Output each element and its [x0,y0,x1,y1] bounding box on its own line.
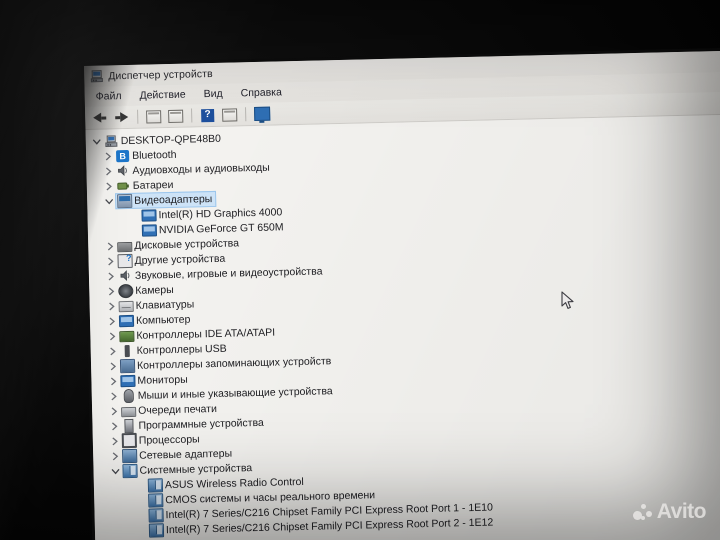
tree-item-label: Мониторы [137,373,188,387]
chevron-right-icon[interactable] [108,451,122,460]
show-hidden-icon [222,107,238,122]
menu-file[interactable]: Файл [94,89,124,104]
scan-hardware-button[interactable] [252,105,271,123]
system-device-icon [148,492,164,508]
toolbar-separator [191,108,193,123]
tree-item-label: Bluetooth [131,148,177,162]
properties-icon [146,109,162,124]
chevron-right-icon[interactable] [105,301,119,310]
usb-icon [120,344,135,357]
device-manager-window: Диспетчер устройств Файл Действие Вид Сп… [84,48,720,540]
menu-view[interactable]: Вид [202,87,225,102]
arrow-left-icon [93,112,102,123]
monitor-icon [141,208,157,222]
tree-item-label: Другие устройства [134,252,226,267]
chevron-right-icon[interactable] [107,421,121,430]
network-adapter-icon [122,448,138,463]
tree-item-label: Аудиовходы и аудиовыходы [132,161,270,177]
mouse-icon [121,388,136,403]
scan-monitor-icon [253,106,270,122]
computer-icon [118,314,135,327]
chevron-right-icon[interactable] [104,256,118,265]
chevron-right-icon[interactable] [103,241,117,250]
tree-item-label: Батареи [132,178,174,192]
chevron-right-icon[interactable] [106,376,120,385]
processor-icon [121,432,138,449]
printer-icon [121,404,137,417]
keyboard-icon [118,299,134,313]
bluetooth-icon: B [115,149,130,162]
chevron-right-icon[interactable] [108,436,122,445]
tree-item-label: Дисковые устройства [134,236,240,252]
camera-icon [118,283,134,298]
toolbar-separator [245,107,247,122]
tree-item-label: Очереди печати [137,402,218,417]
chevron-right-icon[interactable] [101,152,115,160]
show-hidden-button[interactable] [220,105,239,123]
chevron-down-icon[interactable] [90,137,104,145]
chevron-right-icon[interactable] [105,331,119,340]
chevron-right-icon[interactable] [101,167,115,175]
update-driver-icon [168,109,184,123]
tree-item-label: Intel(R) HD Graphics 4000 [158,205,283,221]
tree-item-label: Сетевые адаптеры [139,447,233,462]
device-manager-icon [90,70,103,83]
chevron-right-icon[interactable] [104,286,118,295]
tree-item-label: Процессоры [138,432,200,447]
monitor-icon [120,374,136,387]
software-device-icon [121,418,136,433]
arrow-right-icon [120,111,129,123]
tree-item-label: Клавиатуры [135,297,195,312]
unknown-device-icon [117,253,133,268]
tree-item-label: Контроллеры USB [136,342,227,357]
speaker-icon [115,165,130,177]
help-icon: ? [201,108,215,122]
system-device-icon [148,507,164,523]
tree-item-label: ASUS Wireless Radio Control [164,475,304,491]
window-title: Диспетчер устройств [108,67,213,82]
chevron-right-icon[interactable] [107,391,121,400]
chevron-right-icon[interactable] [106,361,120,370]
chevron-right-icon[interactable] [105,316,119,325]
computer-icon [104,134,119,147]
tree-item-label: Камеры [135,283,174,297]
speaker-icon [118,270,133,282]
chevron-right-icon[interactable] [102,181,116,190]
system-device-icon [122,463,138,478]
photo-scene: Диспетчер устройств Файл Действие Вид Сп… [0,0,720,540]
system-device-icon [147,477,164,493]
properties-button[interactable] [144,107,163,125]
storage-controller-icon [119,358,136,373]
tree-item-label: NVIDIA GeForce GT 650M [158,220,284,236]
ide-controller-icon [119,329,135,343]
help-button[interactable]: ? [198,106,217,124]
back-button[interactable] [90,108,109,126]
tree-item-label: Системные устройства [139,461,253,477]
menu-help[interactable]: Справка [239,85,285,100]
disk-drive-icon [117,239,133,252]
system-device-icon [148,522,165,538]
toolbar-separator [137,109,139,124]
menu-action[interactable]: Действие [137,88,187,103]
tree-item-label: Контроллеры IDE ATA/ATAPI [136,326,276,342]
chevron-down-icon[interactable] [108,467,122,475]
monitor-icon [141,223,158,237]
tree-root-label: DESKTOP-QPE48B0 [120,132,222,147]
display-adapter-icon [117,193,133,208]
device-tree[interactable]: DESKTOP-QPE48B0 B Bluetooth Аудиовходы и а… [85,112,720,540]
tree-item-label: Видеоадаптеры [134,192,213,207]
chevron-right-icon[interactable] [107,406,121,415]
tree-item-label: Компьютер [135,313,191,327]
forward-button[interactable] [112,108,131,126]
chevron-right-icon[interactable] [104,271,118,280]
update-driver-button[interactable] [166,107,185,125]
chevron-right-icon[interactable] [106,346,120,355]
tree-item-label: Программные устройства [138,416,264,432]
battery-icon [116,179,131,191]
